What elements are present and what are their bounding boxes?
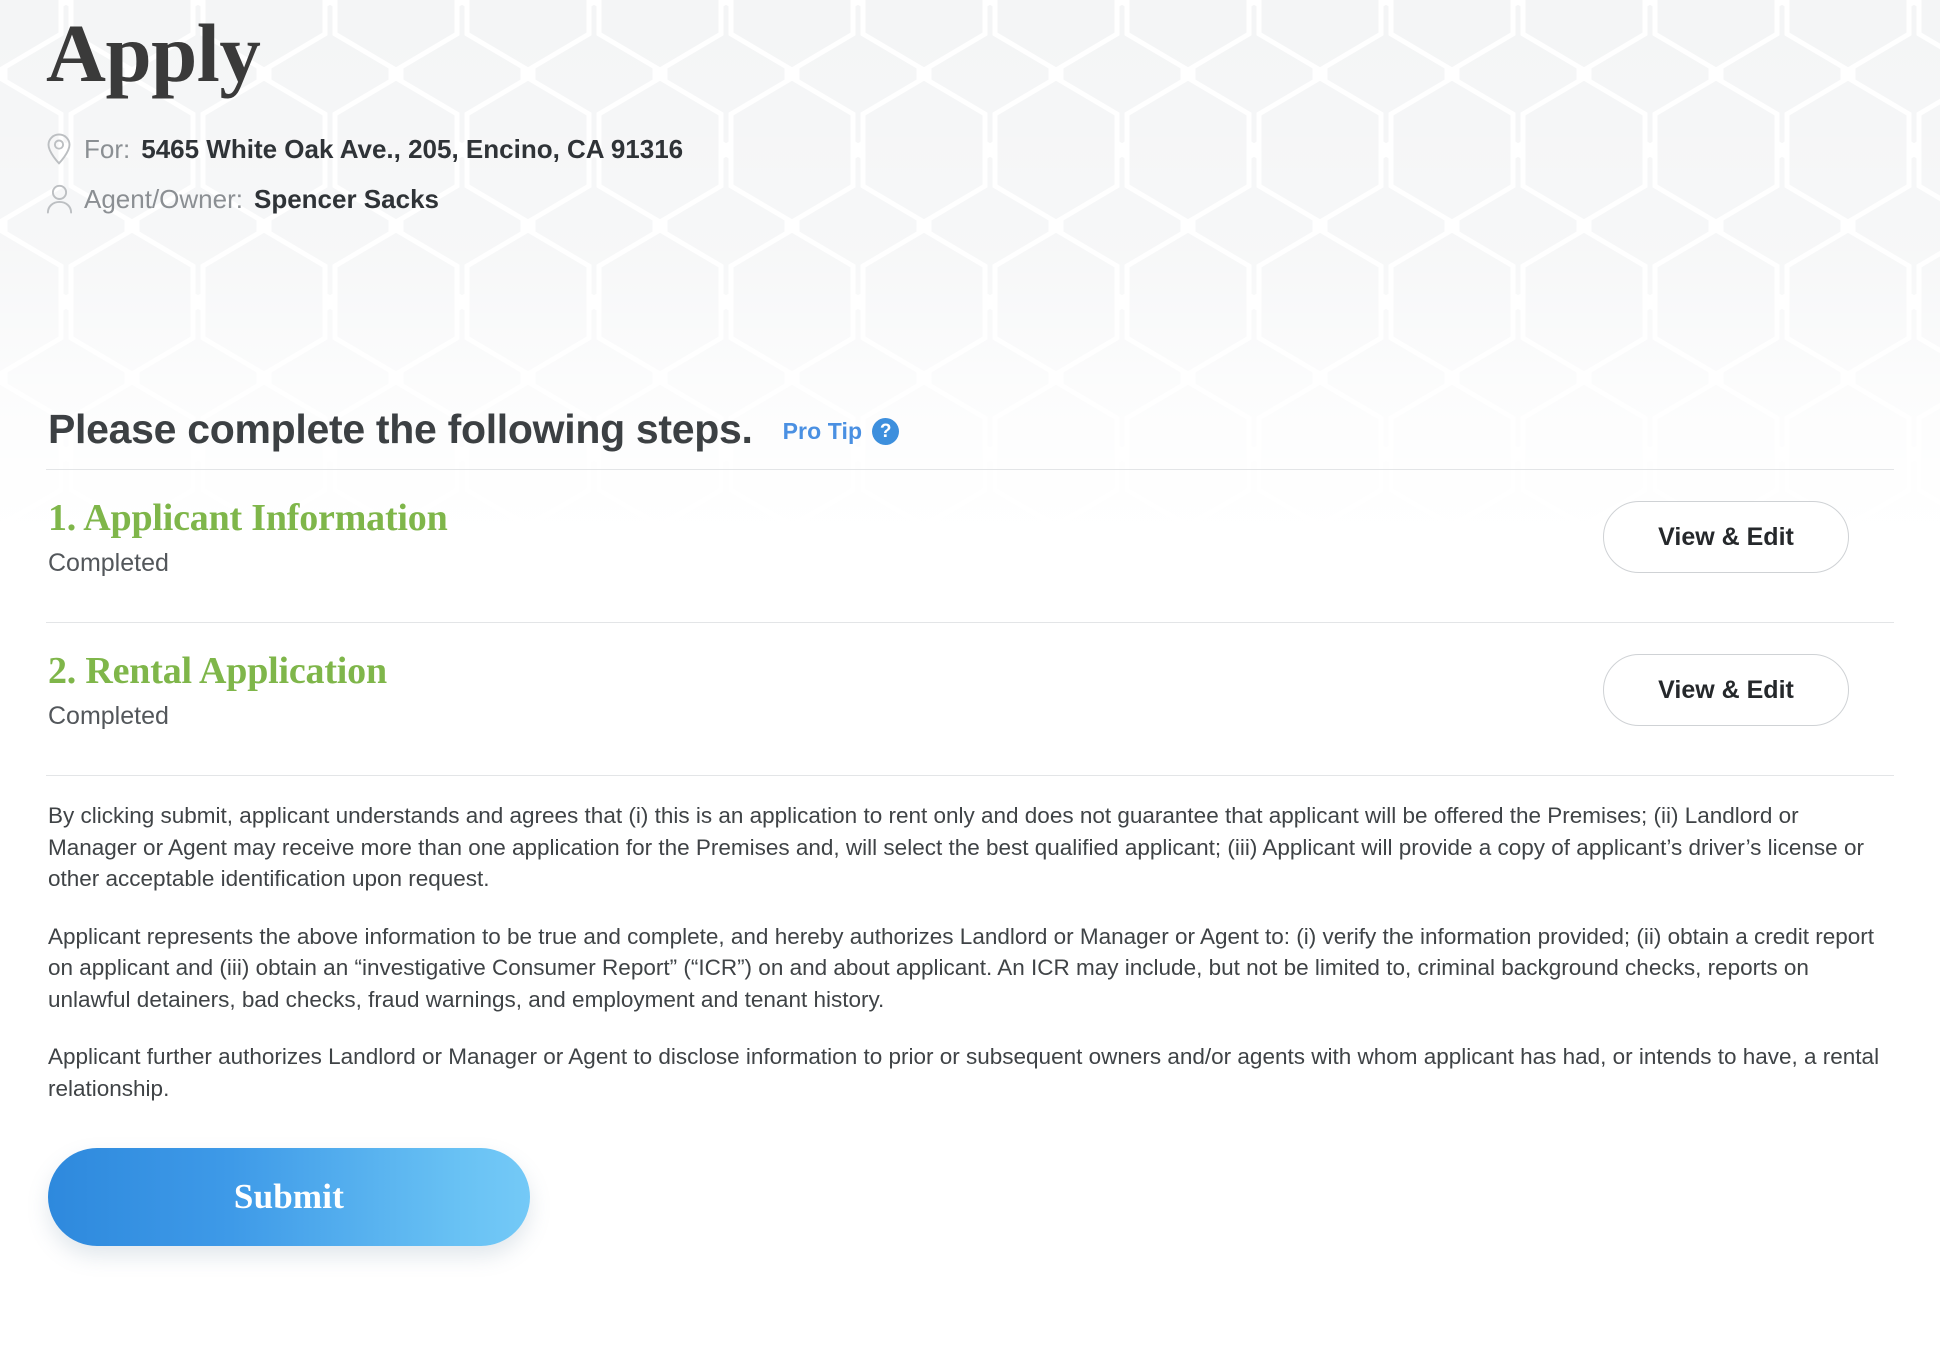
step-1-status: Completed <box>48 549 169 578</box>
steps-heading: Please complete the following steps. <box>48 406 753 453</box>
agent-owner-value: Spencer Sacks <box>253 183 439 214</box>
legal-paragraph: Applicant further authorizes Landlord or… <box>48 1044 1880 1101</box>
property-address-value: 5465 White Oak Ave., 205, Encino, CA 913… <box>141 133 684 164</box>
step-row-rental-application: 2. Rental Application Completed View & E… <box>46 623 1894 759</box>
submit-button[interactable]: Submit <box>48 1148 530 1247</box>
property-address-row: For: 5465 White Oak Ave., 205, Encino, C… <box>46 124 1894 174</box>
step-2-status: Completed <box>48 702 169 731</box>
property-address-label: For: <box>84 133 131 164</box>
submit-row: Submit <box>46 1148 1894 1247</box>
person-icon <box>46 184 84 214</box>
help-circle-icon[interactable]: ? <box>872 418 900 446</box>
pro-tip-label: Pro Tip <box>782 418 863 445</box>
step-1-texts: 1. Applicant Information Completed <box>46 496 448 578</box>
pro-tip-link[interactable]: Pro Tip ? <box>782 418 900 446</box>
legal-paragraph: Applicant represents the above informati… <box>48 923 1875 1012</box>
apply-page: Apply For: 5465 White Oak Ave., 205, Enc… <box>0 0 1940 1360</box>
agent-owner-row: Agent/Owner: Spencer Sacks <box>46 174 1894 224</box>
page-header: Apply For: 5465 White Oak Ave., 205, Enc… <box>46 0 1894 224</box>
step-2-texts: 2. Rental Application Completed <box>46 649 387 731</box>
view-edit-button-step-1[interactable]: View & Edit <box>1603 501 1849 574</box>
legal-paragraph: By clicking submit, applicant understand… <box>48 803 1864 892</box>
page-title: Apply <box>46 7 261 99</box>
property-meta-list: For: 5465 White Oak Ave., 205, Encino, C… <box>46 124 1894 224</box>
legal-disclaimer: By clicking submit, applicant understand… <box>46 776 1891 1104</box>
step-2-title: 2. Rental Application <box>48 650 387 693</box>
step-row-applicant-information: 1. Applicant Information Completed View … <box>46 470 1894 606</box>
map-pin-icon <box>46 133 84 165</box>
step-1-title: 1. Applicant Information <box>48 497 448 540</box>
agent-owner-label: Agent/Owner: <box>84 183 243 214</box>
view-edit-button-step-2[interactable]: View & Edit <box>1603 654 1849 727</box>
steps-heading-row: Please complete the following steps. Pro… <box>46 406 1894 453</box>
